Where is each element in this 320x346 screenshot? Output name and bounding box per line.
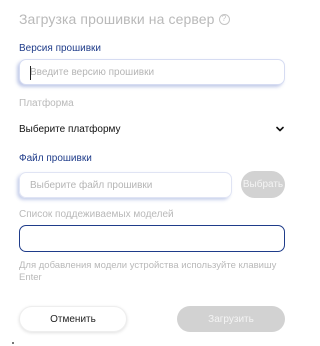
text-caret [30, 66, 31, 80]
version-input[interactable] [20, 60, 284, 84]
dialog-title: Загрузка прошивки на сервер ? [19, 11, 230, 27]
firmware-upload-dialog: Загрузка прошивки на сервер ? Версия про… [0, 0, 300, 346]
file-placeholder: Выберите файл прошивки [30, 179, 153, 191]
models-label: Список поддеживаемых моделей [19, 209, 174, 220]
file-picker-field[interactable]: Выберите файл прошивки [19, 172, 232, 198]
platform-label: Платформа [19, 98, 74, 109]
dialog-title-text: Загрузка прошивки на сервер [19, 11, 215, 27]
upload-button[interactable]: Загрузить [177, 306, 285, 332]
file-label: Файл прошивки [19, 153, 92, 164]
chevron-down-icon [276, 126, 284, 132]
browse-button[interactable]: Выбрать [241, 171, 285, 198]
version-label: Версия прошивки [19, 43, 101, 54]
help-icon[interactable]: ? [218, 13, 230, 25]
models-hint: Для добавления модели устройства использ… [19, 260, 277, 283]
platform-selected-value: Выберите платформу [19, 123, 121, 135]
corner-dot [12, 342, 14, 344]
platform-select[interactable]: Выберите платформу [19, 118, 285, 140]
version-field[interactable] [19, 59, 285, 85]
models-input[interactable] [19, 225, 285, 252]
cancel-button[interactable]: Отменить [19, 306, 127, 332]
